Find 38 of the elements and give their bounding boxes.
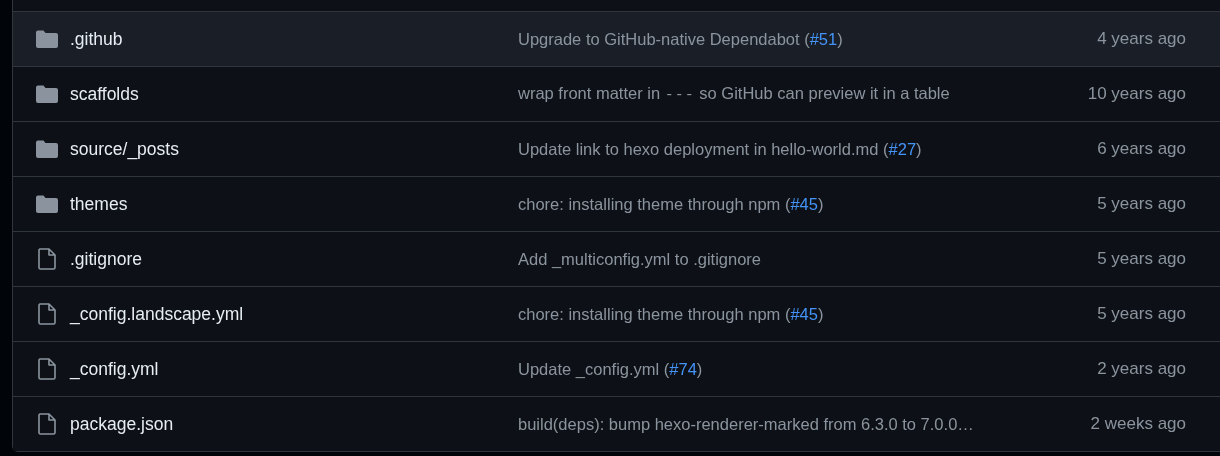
- pull-request-link[interactable]: #51: [809, 29, 838, 48]
- folder-icon: [35, 85, 58, 103]
- commit-age: 4 years ago: [1096, 29, 1186, 49]
- commit-message[interactable]: Add _multiconfig.yml to .gitignore: [518, 249, 762, 268]
- file-name-link[interactable]: scaffolds: [70, 83, 139, 104]
- file-name-link[interactable]: themes: [70, 193, 128, 214]
- commit-message[interactable]: wrap front matter in --- so GitHub can preview it in a table: [518, 84, 950, 102]
- file-icon: [37, 303, 56, 325]
- commit-message[interactable]: chore: installing theme through npm (#45): [518, 194, 824, 213]
- pull-request-link[interactable]: #45: [790, 304, 818, 323]
- commit-age: 6 years ago: [1096, 139, 1186, 159]
- pull-request-link[interactable]: #74: [669, 359, 697, 378]
- commit-age: 5 years ago: [1096, 249, 1186, 269]
- commit-age: 5 years ago: [1096, 304, 1186, 324]
- folder-icon: [35, 195, 58, 213]
- commit-age: 10 years ago: [1086, 84, 1186, 104]
- commit-message[interactable]: chore: installing theme through npm (#45): [518, 304, 824, 323]
- commit-message[interactable]: build(deps): bump hexo-renderer-marked from 6.3.0 to 7.0.0…: [518, 414, 974, 433]
- file-name-link[interactable]: .gitignore: [70, 248, 142, 269]
- commit-age: 2 years ago: [1096, 359, 1186, 379]
- commit-message[interactable]: Update link to hexo deployment in hello-world.md (#27): [518, 139, 922, 158]
- file-icon: [37, 413, 56, 435]
- file-icon: [37, 358, 56, 380]
- commit-age: 5 years ago: [1096, 194, 1186, 214]
- file-name-link[interactable]: package.json: [70, 413, 174, 434]
- file-name-link[interactable]: source/_posts: [70, 138, 179, 159]
- file-name-link[interactable]: _config.landscape.yml: [70, 303, 244, 324]
- folder-icon: [35, 30, 58, 48]
- folder-icon: [35, 140, 58, 158]
- file-name-link[interactable]: .github: [70, 28, 123, 49]
- commit-age: 2 weeks ago: [1089, 414, 1186, 434]
- pull-request-link[interactable]: #27: [888, 139, 917, 158]
- file-row[interactable]: .github Upgrade to GitHub-native Dependabot (#51) 4 years ago: [13, 12, 1220, 67]
- pull-request-link[interactable]: #45: [790, 194, 818, 213]
- commit-message[interactable]: Upgrade to GitHub-native Dependabot (#51): [518, 29, 843, 48]
- file-icon: [37, 248, 56, 270]
- commit-message[interactable]: Update _config.yml (#74): [518, 359, 703, 378]
- file-name-link[interactable]: _config.yml: [70, 358, 159, 379]
